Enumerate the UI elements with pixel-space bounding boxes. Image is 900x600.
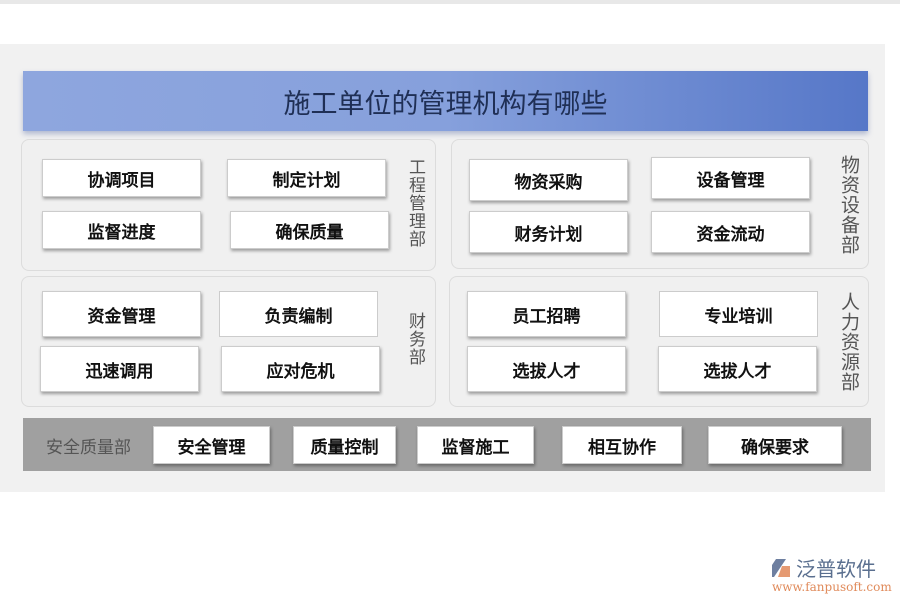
node-materials-3: 财务计划 [469,211,628,253]
node-safety-2: 质量控制 [293,426,396,464]
brand-logo: 泛普软件 [770,553,876,582]
node-safety-1: 安全管理 [153,426,270,464]
logo-name: 泛普软件 [796,553,876,582]
logo-icon [770,557,792,579]
node-materials-4: 资金流动 [651,211,810,253]
node-hr-2: 专业培训 [659,291,818,337]
label-materials: 物资设备部 [836,155,863,255]
node-safety-4: 相互协作 [562,426,682,464]
node-engineering-1: 协调项目 [42,159,201,197]
node-finance-2: 负责编制 [219,291,378,337]
node-materials-1: 物资采购 [469,159,628,201]
node-finance-3: 迅速调用 [40,346,199,392]
node-finance-1: 资金管理 [42,291,201,337]
node-finance-4: 应对危机 [221,346,380,392]
node-engineering-2: 制定计划 [227,159,386,197]
label-safety: 安全质量部 [46,433,131,458]
diagram-title: 施工单位的管理机构有哪些 [23,71,868,131]
node-safety-3: 监督施工 [417,426,534,464]
label-engineering: 工程管理部 [403,158,428,248]
label-hr: 人力资源部 [836,292,863,392]
top-divider [0,0,900,4]
node-hr-1: 员工招聘 [467,291,626,337]
label-finance: 财务部 [403,312,428,366]
node-hr-3: 选拔人才 [467,346,626,392]
node-engineering-3: 监督进度 [42,211,201,249]
logo-url: www.fanpusoft.com [772,580,892,594]
node-safety-5: 确保要求 [708,426,842,464]
node-engineering-4: 确保质量 [230,211,389,249]
node-hr-4: 选拔人才 [658,346,817,392]
node-materials-2: 设备管理 [651,157,810,199]
